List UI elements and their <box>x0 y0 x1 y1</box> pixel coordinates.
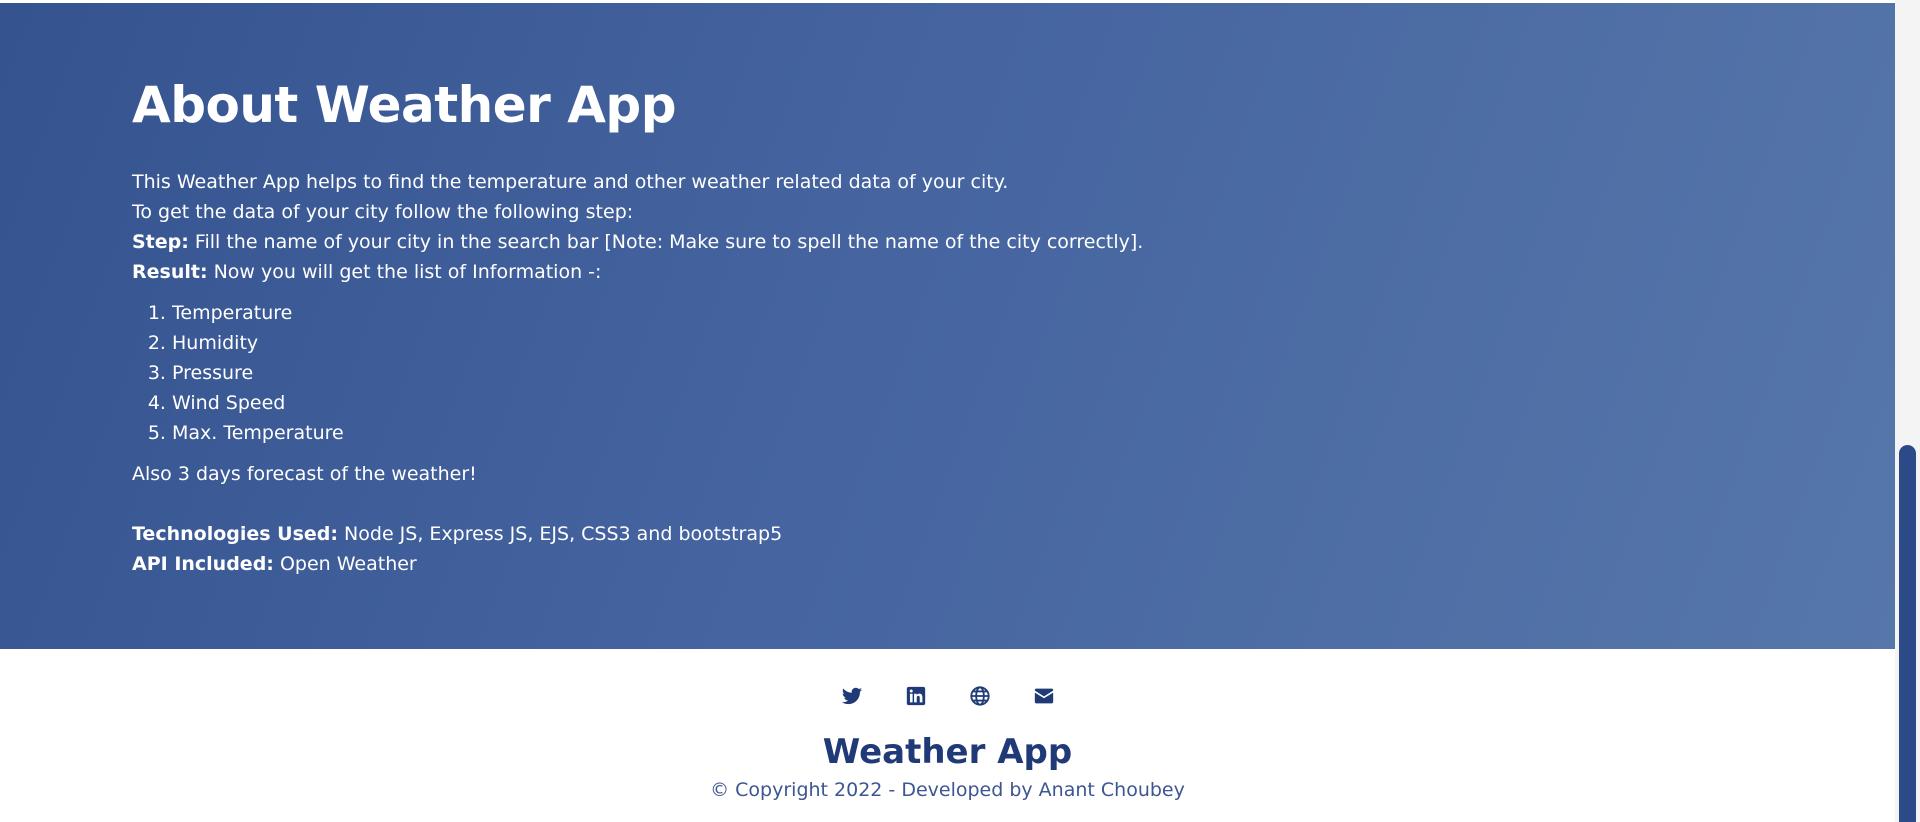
envelope-icon[interactable] <box>1033 685 1055 707</box>
information-list: Temperature Humidity Pressure Wind Speed… <box>132 298 1332 448</box>
about-title: About Weather App <box>132 76 677 134</box>
list-item: Temperature <box>172 298 1332 328</box>
twitter-icon[interactable] <box>841 685 863 707</box>
footer-brand: Weather App <box>822 732 1073 772</box>
about-section: About Weather App This Weather App helps… <box>0 3 1895 649</box>
list-item: Wind Speed <box>172 388 1332 418</box>
intro-line-1: This Weather App helps to find the tempe… <box>132 171 1009 193</box>
api-label: API Included: <box>132 553 274 575</box>
footer-copyright: © Copyright 2022 - Developed by Anant Ch… <box>710 779 1185 801</box>
globe-icon[interactable] <box>969 685 991 707</box>
technologies-used: Technologies Used: Node JS, Express JS, … <box>132 519 1332 549</box>
list-item: Pressure <box>172 358 1332 388</box>
step-text: Fill the name of your city in the search… <box>188 231 1144 253</box>
api-text: Open Weather <box>273 553 417 575</box>
result-text: Now you will get the list of Information… <box>207 261 602 283</box>
result-label: Result: <box>132 261 208 283</box>
result-description: Result: Now you will get the list of Inf… <box>132 257 1332 287</box>
scrollbar-thumb[interactable] <box>1899 445 1916 822</box>
list-item: Max. Temperature <box>172 418 1332 448</box>
social-links <box>0 685 1895 707</box>
page: About Weather App This Weather App helps… <box>0 0 1920 822</box>
about-content: About Weather App This Weather App helps… <box>132 75 1332 579</box>
tech-text: Node JS, Express JS, EJS, CSS3 and boots… <box>338 523 783 545</box>
intro-line-2: To get the data of your city follow the … <box>132 201 634 223</box>
api-included: API Included: Open Weather <box>132 549 1332 579</box>
step-label: Step: <box>132 231 189 253</box>
step-instruction: Step: Fill the name of your city in the … <box>132 227 1332 257</box>
footer: Weather App © Copyright 2022 - Developed… <box>0 649 1895 822</box>
linkedin-icon[interactable] <box>905 685 927 707</box>
forecast-text: Also 3 days forecast of the weather! <box>132 463 477 485</box>
list-item: Humidity <box>172 328 1332 358</box>
tech-label: Technologies Used: <box>132 523 339 545</box>
